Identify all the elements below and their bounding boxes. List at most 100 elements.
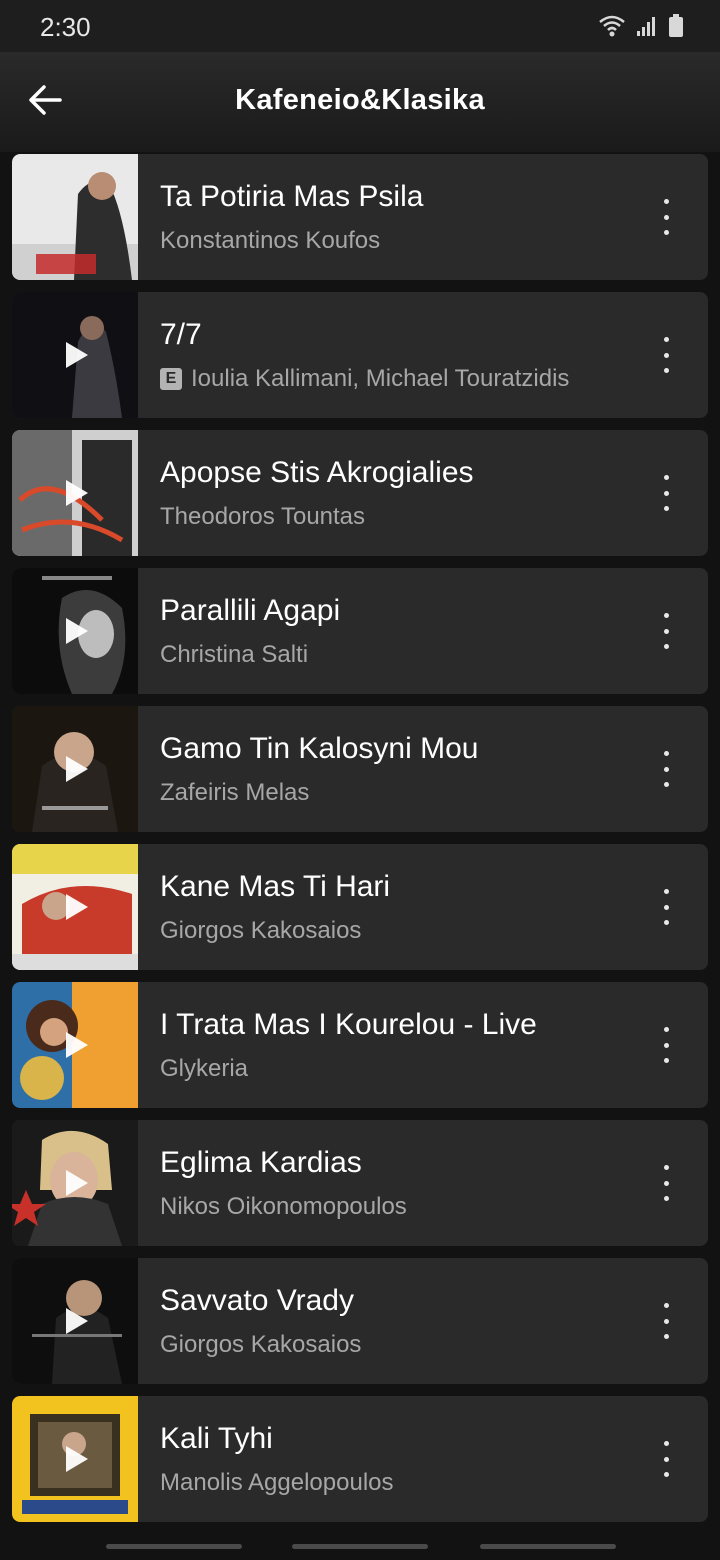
- play-icon: [66, 342, 88, 368]
- dot: [663, 475, 669, 480]
- more-options-button[interactable]: [652, 1165, 680, 1201]
- album-art: [12, 430, 138, 556]
- track-artist: Glykeria: [160, 1055, 249, 1082]
- track-artist: Giorgos Kakosaios: [160, 1331, 362, 1358]
- album-art: [12, 982, 138, 1108]
- battery-icon: [669, 14, 683, 37]
- track-title: 7/7: [160, 318, 202, 351]
- dot: [663, 613, 669, 618]
- dot: [663, 1027, 669, 1032]
- track-title: Ta Potiria Mas Psila: [160, 180, 424, 213]
- album-art: [12, 1396, 138, 1522]
- track-title: I Trata Mas I Kourelou - Live: [160, 1008, 537, 1041]
- dot: [663, 337, 669, 342]
- track-row[interactable]: Ta Potiria Mas Psila Konstantinos Koufos: [12, 154, 708, 280]
- track-artist: Christina Salti: [160, 641, 309, 668]
- play-icon: [66, 1308, 88, 1334]
- track-title: Apopse Stis Akrogialies: [160, 456, 474, 489]
- track-title: Kane Mas Ti Hari: [160, 870, 391, 903]
- more-options-button[interactable]: [652, 199, 680, 235]
- track-row[interactable]: Parallili Agapi Christina Salti: [12, 568, 708, 694]
- dot: [663, 1456, 669, 1462]
- dot: [663, 1180, 669, 1186]
- track-artist: Nikos Oikonomopoulos: [160, 1193, 407, 1220]
- nav-recents-handle[interactable]: [106, 1544, 242, 1549]
- wifi-icon: [599, 15, 625, 37]
- track-title: Kali Tyhi: [160, 1422, 273, 1455]
- page-title: Kafeneio&Klasika: [235, 84, 485, 116]
- dot: [663, 214, 669, 220]
- signal-icon: [637, 17, 655, 36]
- nav-home-handle[interactable]: [292, 1544, 428, 1549]
- dot: [663, 889, 669, 894]
- play-icon: [66, 894, 88, 920]
- dot: [663, 766, 669, 772]
- track-artist: E Ioulia Kallimani, Michael Touratzidis: [160, 365, 569, 393]
- more-options-button[interactable]: [652, 475, 680, 511]
- more-options-button[interactable]: [652, 1441, 680, 1477]
- dot: [663, 782, 669, 787]
- album-art: [12, 154, 138, 280]
- dot: [663, 1472, 669, 1477]
- dot: [663, 1303, 669, 1308]
- play-icon: [66, 1170, 88, 1196]
- play-icon: [66, 1446, 88, 1472]
- track-title: Eglima Kardias: [160, 1146, 362, 1179]
- track-row[interactable]: Gamo Tin Kalosyni Mou Zafeiris Melas: [12, 706, 708, 832]
- track-row[interactable]: Eglima Kardias Nikos Oikonomopoulos: [12, 1120, 708, 1246]
- track-artist: Zafeiris Melas: [160, 779, 310, 806]
- dot: [663, 628, 669, 634]
- dot: [663, 490, 669, 496]
- album-art: [12, 706, 138, 832]
- play-icon: [66, 618, 88, 644]
- dot: [663, 1196, 669, 1201]
- track-title: Savvato Vrady: [160, 1284, 354, 1317]
- track-title: Parallili Agapi: [160, 594, 341, 627]
- dot: [663, 1042, 669, 1048]
- more-options-button[interactable]: [652, 1027, 680, 1063]
- track-row[interactable]: Savvato Vrady Giorgos Kakosaios: [12, 1258, 708, 1384]
- track-row[interactable]: I Trata Mas I Kourelou - Live Glykeria: [12, 982, 708, 1108]
- track-row[interactable]: Apopse Stis Akrogialies Theodoros Tounta…: [12, 430, 708, 556]
- track-artist: Giorgos Kakosaios: [160, 917, 362, 944]
- track-artist: Theodoros Tountas: [160, 503, 366, 530]
- album-art: [12, 1120, 138, 1246]
- more-options-button[interactable]: [652, 613, 680, 649]
- dot: [663, 230, 669, 235]
- play-icon: [66, 480, 88, 506]
- more-options-button[interactable]: [652, 751, 680, 787]
- nav-back-handle[interactable]: [480, 1544, 616, 1549]
- track-artist: Konstantinos Koufos: [160, 227, 381, 254]
- album-art: [12, 844, 138, 970]
- track-row[interactable]: 7/7 E Ioulia Kallimani, Michael Touratzi…: [12, 292, 708, 418]
- dot: [663, 352, 669, 358]
- track-list: Ta Potiria Mas Psila Konstantinos Koufos…: [12, 154, 708, 1534]
- play-icon: [66, 756, 88, 782]
- track-title: Gamo Tin Kalosyni Mou: [160, 732, 479, 765]
- play-icon: [66, 1032, 88, 1058]
- dot: [663, 1441, 669, 1446]
- track-row[interactable]: Kali Tyhi Manolis Aggelopoulos: [12, 1396, 708, 1522]
- status-time: 2:30: [40, 12, 91, 42]
- header: Kafeneio&Klasika: [0, 52, 720, 152]
- dot: [663, 1318, 669, 1324]
- album-art: [12, 1258, 138, 1384]
- more-options-button[interactable]: [652, 889, 680, 925]
- status-icons: [598, 14, 684, 38]
- dot: [663, 644, 669, 649]
- more-options-button[interactable]: [652, 1303, 680, 1339]
- explicit-badge: E: [160, 368, 182, 390]
- dot: [663, 1334, 669, 1339]
- dot: [663, 368, 669, 373]
- status-bar: 2:30: [0, 0, 720, 52]
- track-row[interactable]: Kane Mas Ti Hari Giorgos Kakosaios: [12, 844, 708, 970]
- dot: [663, 199, 669, 204]
- system-nav-bar: [0, 1532, 720, 1560]
- more-options-button[interactable]: [652, 337, 680, 373]
- dot: [663, 1058, 669, 1063]
- dot: [663, 1165, 669, 1170]
- album-art: [12, 292, 138, 418]
- dot: [663, 506, 669, 511]
- dot: [663, 751, 669, 756]
- dot: [663, 920, 669, 925]
